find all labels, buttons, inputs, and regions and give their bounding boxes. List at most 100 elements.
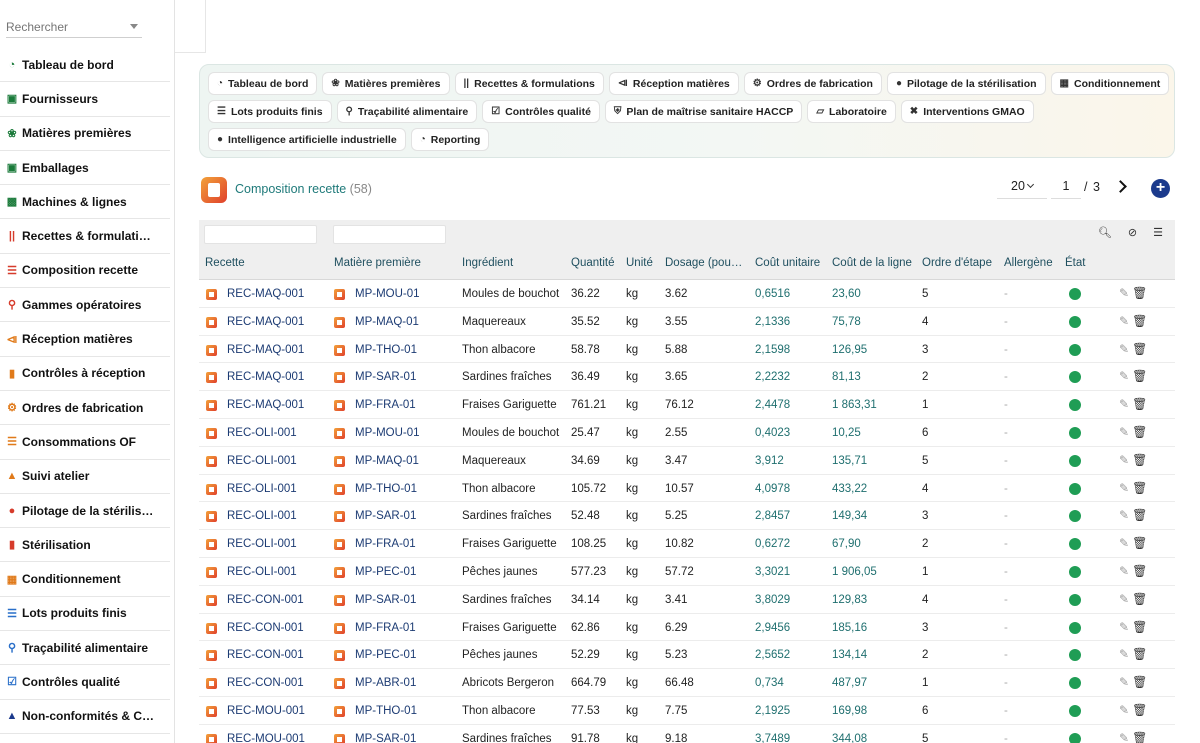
trash-icon[interactable]: 🗑︎ [1132,592,1147,606]
table-cell[interactable]: REC-CON-001 [227,594,304,606]
edit-icon[interactable]: ✎ [1119,314,1129,328]
column-header[interactable]: État [1065,257,1085,269]
table-row[interactable]: REC-MAQ-001 MP-MOU-01 Moules de bouchot 36.… [199,280,1175,308]
column-header[interactable]: Allergène [1004,257,1053,269]
table-row[interactable]: REC-OLI-001 MP-PEC-01 Pêches jaunes 577.23 k… [199,558,1175,586]
edit-icon[interactable]: ✎ [1119,481,1129,495]
column-header[interactable]: Ingrédient [462,257,513,269]
table-cell[interactable]: REC-MAQ-001 [227,316,304,328]
trash-icon[interactable]: 🗑︎ [1132,286,1147,300]
table-cell[interactable]: REC-MAQ-001 [227,288,304,300]
trash-icon[interactable]: 🗑︎ [1132,453,1147,467]
sidebar-item[interactable]: ▣ Emballages [0,151,170,186]
sidebar-item[interactable]: ▮ Contrôles à réception [0,357,170,391]
sidebar-item[interactable]: ▮ Stérilisation [0,528,170,563]
sidebar-item[interactable]: ▦ Conditionnement [0,562,170,597]
table-row[interactable]: REC-MAQ-001 MP-MAQ-01 Maquereaux 35.52 kg 3.5… [199,308,1175,336]
column-header[interactable]: Dosage (pou… [665,257,742,269]
edit-icon[interactable]: ✎ [1119,508,1129,522]
table-cell[interactable]: MP-MOU-01 [355,427,420,439]
sidebar-item[interactable]: ⚲ Gammes opératoires [0,288,170,323]
search-icon[interactable]: 🔍︎ [1098,227,1112,239]
table-row[interactable]: REC-OLI-001 MP-FRA-01 Fraises Gariguette 10… [199,530,1175,558]
column-header[interactable]: Matière première [334,257,421,269]
sidebar-item[interactable]: ❀ Matières premières [0,117,170,151]
trash-icon[interactable]: 🗑︎ [1132,425,1147,439]
trash-icon[interactable]: 🗑︎ [1132,481,1147,495]
edit-icon[interactable]: ✎ [1119,453,1129,467]
column-header[interactable]: Quantité [571,257,614,269]
trash-icon[interactable]: 🗑︎ [1132,369,1147,383]
table-row[interactable]: REC-CON-001 MP-FRA-01 Fraises Gariguette 62… [199,614,1175,642]
edit-icon[interactable]: ✎ [1119,286,1129,300]
sidebar-item[interactable]: ▲ Suivi atelier [0,460,170,494]
edit-icon[interactable]: ✎ [1119,342,1129,356]
trash-icon[interactable]: 🗑︎ [1132,342,1147,356]
table-cell[interactable]: REC-CON-001 [227,649,304,661]
edit-icon[interactable]: ✎ [1119,703,1129,717]
column-header[interactable]: Ordre d'étape [922,257,992,269]
module-chip[interactable]: ▱ Laboratoire [807,100,896,123]
table-cell[interactable]: MP-PEC-01 [355,566,416,578]
sidebar-search-input[interactable] [6,14,126,34]
trash-icon[interactable]: 🗑︎ [1132,620,1147,634]
module-chip[interactable]: ❀ Matières premières [322,72,450,95]
column-header[interactable]: Coût de la ligne [832,257,912,269]
sidebar-search[interactable] [6,14,142,38]
table-cell[interactable]: MP-THO-01 [355,344,417,356]
module-chip[interactable]: ⚲ Traçabilité alimentaire [336,100,478,123]
table-row[interactable]: REC-CON-001 MP-ABR-01 Abricots Bergeron 664… [199,669,1175,697]
table-cell[interactable]: REC-MAQ-001 [227,399,304,411]
sidebar-item[interactable]: ☰ Composition recette [0,254,170,289]
table-cell[interactable]: REC-OLI-001 [227,427,297,439]
table-cell[interactable]: REC-CON-001 [227,677,304,689]
sidebar-item[interactable]: ⚲ Traçabilité alimentaire [0,631,170,666]
edit-icon[interactable]: ✎ [1119,397,1129,411]
table-row[interactable]: REC-OLI-001 MP-MAQ-01 Maquereaux 34.69 kg 3.4… [199,447,1175,475]
module-chip[interactable]: ✖ Interventions GMAO [900,100,1034,123]
sidebar-item[interactable]: ☰ Lots produits finis [0,597,170,632]
table-cell[interactable]: MP-SAR-01 [355,594,416,606]
module-chip[interactable]: ⛨ Plan de maîtrise sanitaire HACCP [604,100,803,123]
edit-icon[interactable]: ✎ [1119,647,1129,661]
module-chip[interactable]: ☰ Lots produits finis [208,100,332,123]
trash-icon[interactable]: 🗑︎ [1132,397,1147,411]
table-cell[interactable]: REC-OLI-001 [227,510,297,522]
module-chip[interactable]: ☑ Contrôles qualité [482,100,600,123]
table-row[interactable]: REC-MOU-001 MP-THO-01 Thon albacore 77.53 kg… [199,697,1175,725]
module-chip[interactable]: ⚙ Ordres de fabrication [743,72,882,95]
trash-icon[interactable]: 🗑︎ [1132,675,1147,689]
table-cell[interactable]: REC-MOU-001 [227,733,305,743]
table-cell[interactable]: MP-ABR-01 [355,677,416,689]
module-chip[interactable]: ▦ Conditionnement [1050,72,1170,95]
table-cell[interactable]: REC-OLI-001 [227,538,297,550]
trash-icon[interactable]: 🗑︎ [1132,536,1147,550]
columns-list-icon[interactable]: ☰ [1153,227,1163,239]
table-cell[interactable]: MP-THO-01 [355,483,417,495]
filter-matiere-input[interactable] [333,225,446,244]
sidebar-item[interactable]: ◔ Tableau de bord [0,48,170,83]
trash-icon[interactable]: 🗑︎ [1132,314,1147,328]
table-cell[interactable]: MP-SAR-01 [355,510,416,522]
edit-icon[interactable]: ✎ [1119,592,1129,606]
table-row[interactable]: REC-CON-001 MP-PEC-01 Pêches jaunes 52.29 kg… [199,641,1175,670]
edit-icon[interactable]: ✎ [1119,731,1129,743]
table-cell[interactable]: MP-FRA-01 [355,399,416,411]
filter-recette-input[interactable] [204,225,317,244]
table-cell[interactable]: REC-CON-001 [227,622,304,634]
module-chip[interactable]: ◔ Tableau de bord [208,72,318,95]
clear-filter-icon[interactable]: ⊘ [1128,227,1137,239]
table-row[interactable]: REC-MAQ-001 MP-THO-01 Thon albacore 58.78 kg… [199,336,1175,364]
trash-icon[interactable]: 🗑︎ [1132,564,1147,578]
edit-icon[interactable]: ✎ [1119,675,1129,689]
trash-icon[interactable]: 🗑︎ [1132,703,1147,717]
table-row[interactable]: REC-CON-001 MP-SAR-01 Sardines fraîches 34.… [199,586,1175,614]
module-chip[interactable]: ◔ Reporting [410,128,490,151]
sidebar-item[interactable]: ▲ Non-conformités & C… [0,700,170,734]
table-cell[interactable]: MP-FRA-01 [355,538,416,550]
trash-icon[interactable]: 🗑︎ [1132,731,1147,743]
table-row[interactable]: REC-MAQ-001 MP-FRA-01 Fraises Gariguette 76… [199,391,1175,419]
table-cell[interactable]: MP-THO-01 [355,705,417,717]
table-cell[interactable]: MP-PEC-01 [355,649,416,661]
table-row[interactable]: REC-OLI-001 MP-SAR-01 Sardines fraîches 52.… [199,502,1175,531]
